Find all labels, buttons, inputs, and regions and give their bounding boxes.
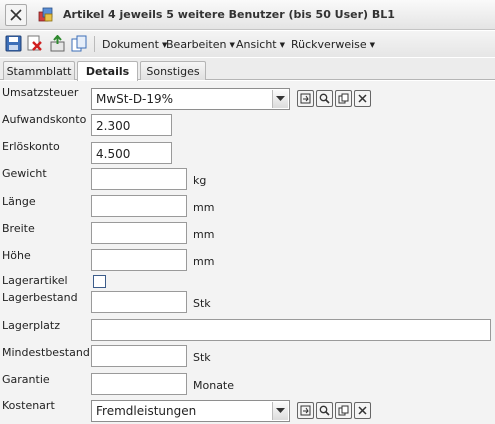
close-icon xyxy=(358,94,367,103)
tab-stammblatt[interactable]: Stammblatt xyxy=(3,61,75,80)
menu-bearbeiten[interactable]: Bearbeiten ▼ xyxy=(166,38,235,51)
tab-sonstiges[interactable]: Sonstiges xyxy=(140,61,206,80)
gewicht-unit: kg xyxy=(193,174,207,187)
window-title: Artikel 4 jeweils 5 weitere Benutzer (bi… xyxy=(63,8,395,21)
chevron-down-icon xyxy=(276,96,285,101)
lagerbestand-unit: Stk xyxy=(193,297,211,310)
mindestbestand-label: Mindestbestand xyxy=(2,346,90,359)
close-icon xyxy=(10,9,22,21)
tab-bar: Stammblatt Details Sonstiges xyxy=(0,58,495,81)
umsatzsteuer-copy-button[interactable] xyxy=(335,90,352,107)
garantie-field[interactable] xyxy=(91,373,187,395)
menu-ansicht[interactable]: Ansicht ▼ xyxy=(236,38,285,51)
menu-label: Dokument xyxy=(102,38,159,51)
kostenart-open-button[interactable] xyxy=(297,402,314,419)
chevron-down-icon xyxy=(276,408,285,413)
aufwandskonto-label: Aufwandskonto xyxy=(2,113,87,126)
lagerbestand-field[interactable] xyxy=(91,291,187,313)
menu-rueckverweise[interactable]: Rückverweise ▼ xyxy=(291,38,375,51)
gewicht-label: Gewicht xyxy=(2,167,47,180)
hoehe-label: Höhe xyxy=(2,249,31,262)
umsatzsteuer-open-button[interactable] xyxy=(297,90,314,107)
open-icon xyxy=(300,93,311,104)
lagerplatz-label: Lagerplatz xyxy=(2,319,61,332)
aufwandskonto-field[interactable]: 2.300 xyxy=(91,114,172,136)
mindestbestand-unit: Stk xyxy=(193,351,211,364)
gewicht-field[interactable] xyxy=(91,168,187,190)
search-icon xyxy=(319,405,330,416)
umsatzsteuer-search-button[interactable] xyxy=(316,90,333,107)
export-icon[interactable] xyxy=(49,35,66,52)
chevron-down-icon: ▼ xyxy=(369,41,376,49)
lagerartikel-label: Lagerartikel xyxy=(2,274,68,287)
save-icon[interactable] xyxy=(5,35,22,52)
tab-details[interactable]: Details xyxy=(77,61,138,81)
dropdown-arrow[interactable] xyxy=(272,90,288,108)
lagerartikel-checkbox[interactable] xyxy=(93,275,106,288)
lagerplatz-field[interactable] xyxy=(91,319,491,341)
mindestbestand-field[interactable] xyxy=(91,345,187,367)
breite-unit: mm xyxy=(193,228,215,241)
menu-label: Bearbeiten xyxy=(166,38,227,51)
breite-field[interactable] xyxy=(91,222,187,244)
umsatzsteuer-label: Umsatzsteuer xyxy=(2,86,79,99)
menu-label: Rückverweise xyxy=(291,38,367,51)
menu-dokument[interactable]: Dokument ▼ xyxy=(102,38,167,51)
copy-icon[interactable] xyxy=(71,35,88,52)
laenge-label: Länge xyxy=(2,195,36,208)
breite-label: Breite xyxy=(2,222,35,235)
delete-icon[interactable] xyxy=(26,35,43,52)
erloeskonto-field[interactable]: 4.500 xyxy=(91,142,172,164)
kostenart-value: Fremdleistungen xyxy=(96,404,197,418)
kostenart-label: Kostenart xyxy=(2,399,55,412)
erloeskonto-label: Erlöskonto xyxy=(2,140,60,153)
open-icon xyxy=(300,405,311,416)
umsatzsteuer-clear-button[interactable] xyxy=(354,90,371,107)
article-icon xyxy=(38,7,53,22)
details-form: Umsatzsteuer MwSt-D-19% Aufwandskonto 2.… xyxy=(0,81,495,424)
umsatzsteuer-value: MwSt-D-19% xyxy=(96,92,174,106)
toolbar: Dokument ▼ Bearbeiten ▼ Ansicht ▼ Rückverwe… xyxy=(0,31,495,57)
kostenart-clear-button[interactable] xyxy=(354,402,371,419)
menu-label: Ansicht xyxy=(236,38,277,51)
kostenart-search-button[interactable] xyxy=(316,402,333,419)
hoehe-field[interactable] xyxy=(91,249,187,271)
search-icon xyxy=(319,93,330,104)
copy-icon xyxy=(338,405,349,416)
chevron-down-icon: ▼ xyxy=(279,41,286,49)
kostenart-copy-button[interactable] xyxy=(335,402,352,419)
close-button[interactable] xyxy=(5,4,27,26)
dropdown-arrow[interactable] xyxy=(272,402,288,420)
kostenart-select[interactable]: Fremdleistungen xyxy=(91,400,290,422)
title-bar: Artikel 4 jeweils 5 weitere Benutzer (bi… xyxy=(0,0,495,30)
garantie-unit: Monate xyxy=(193,379,235,392)
lagerbestand-label: Lagerbestand xyxy=(2,291,78,304)
umsatzsteuer-select[interactable]: MwSt-D-19% xyxy=(91,88,290,110)
hoehe-unit: mm xyxy=(193,255,215,268)
chevron-down-icon: ▼ xyxy=(229,41,235,49)
toolbar-separator xyxy=(94,36,95,52)
close-icon xyxy=(358,406,367,415)
laenge-field[interactable] xyxy=(91,195,187,217)
laenge-unit: mm xyxy=(193,201,215,214)
garantie-label: Garantie xyxy=(2,373,50,386)
copy-icon xyxy=(338,93,349,104)
